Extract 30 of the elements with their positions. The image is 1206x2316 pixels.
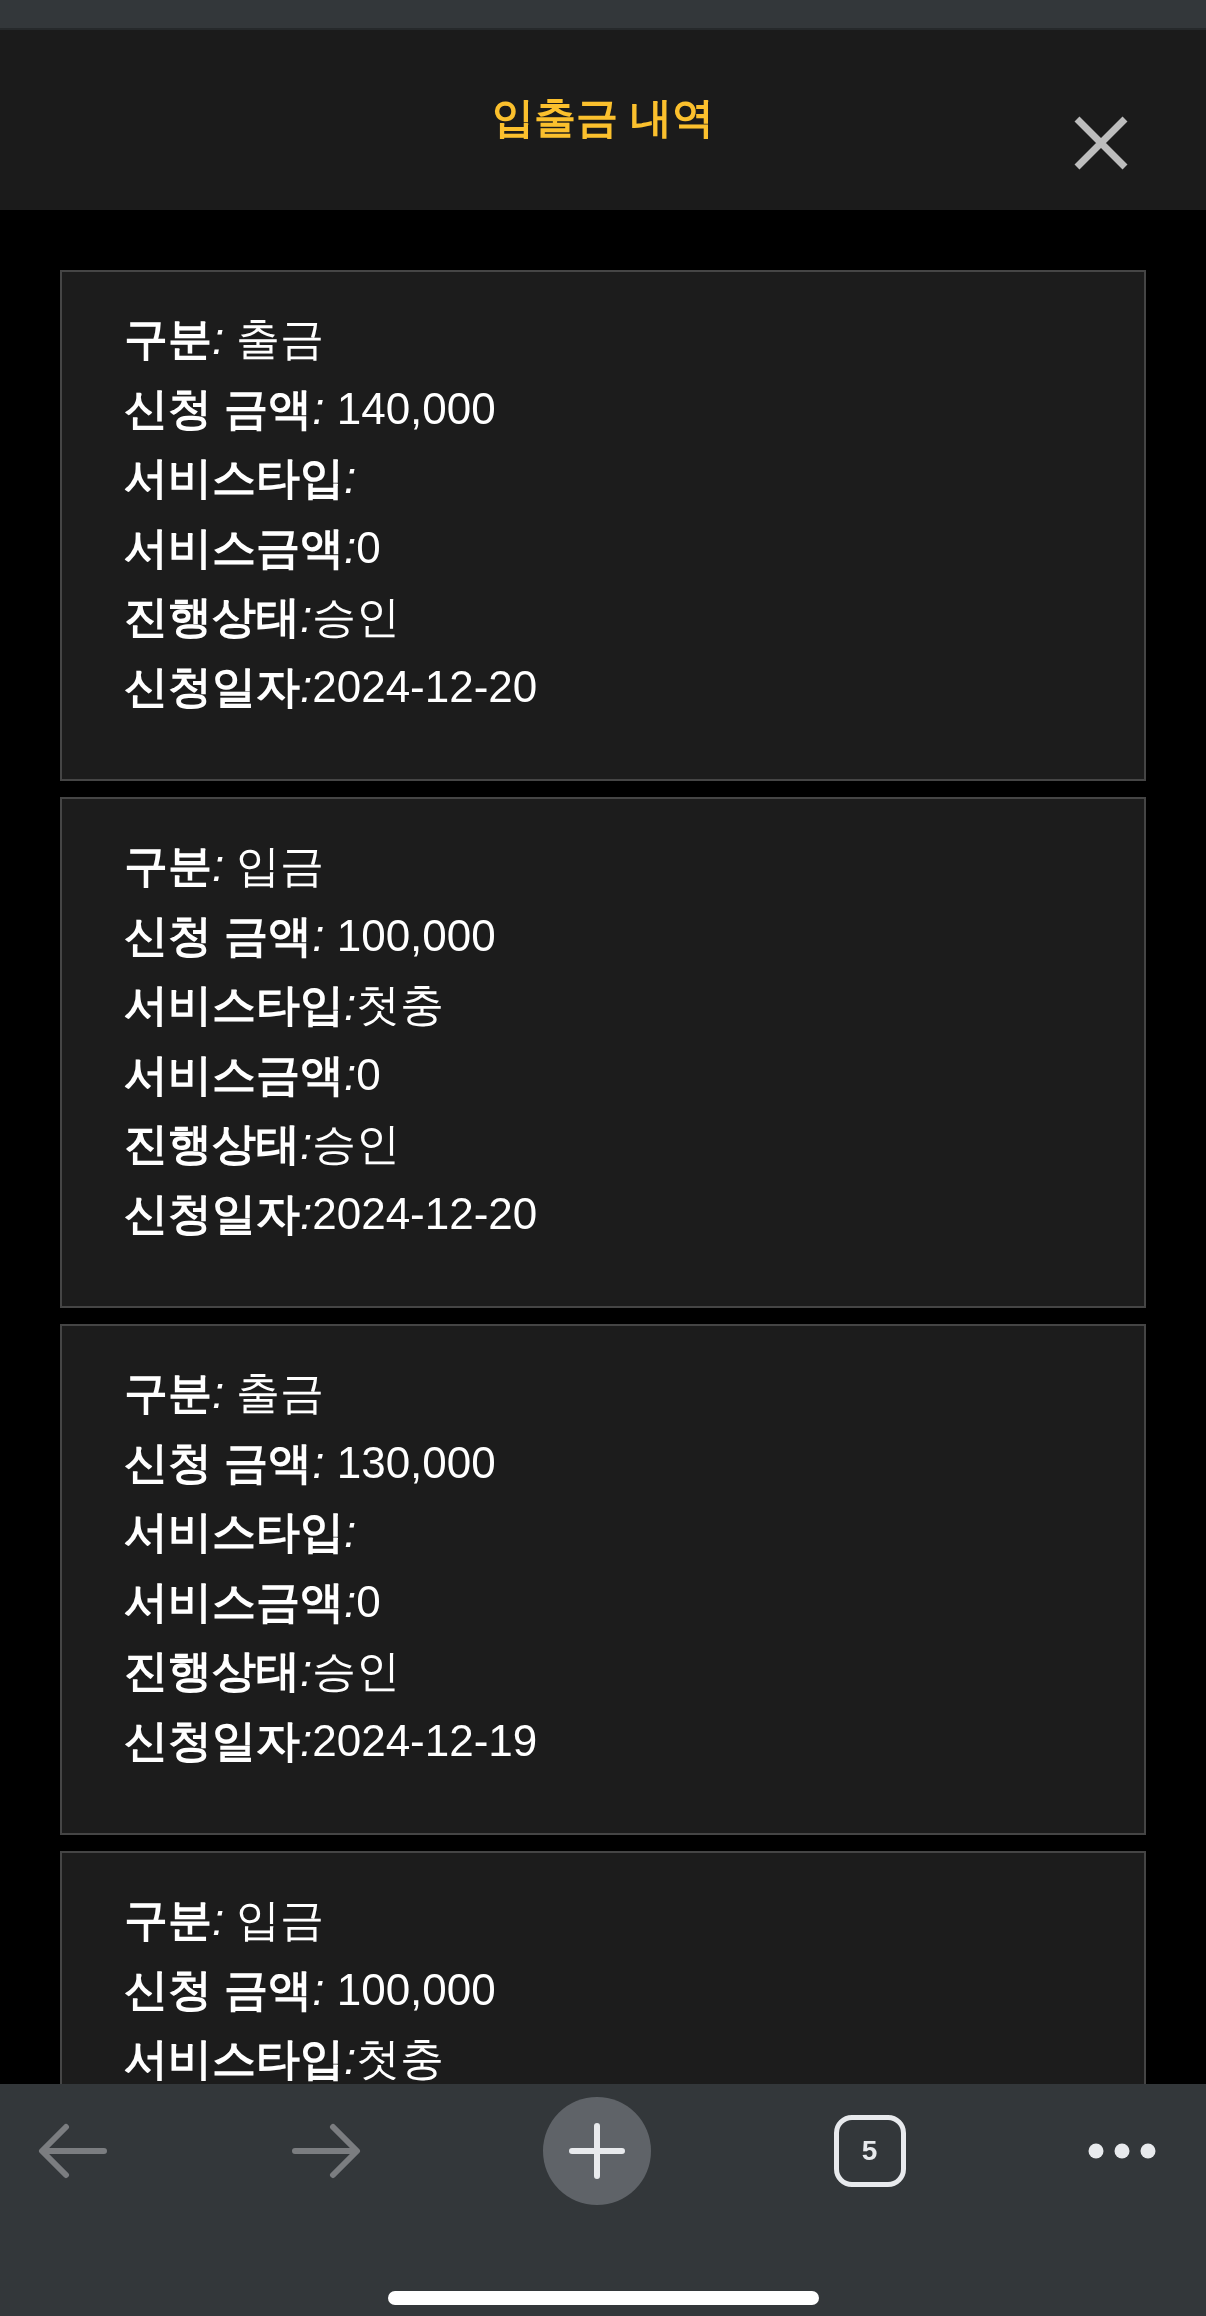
close-icon <box>1074 116 1128 170</box>
close-button[interactable] <box>1074 116 1128 170</box>
record-detail: 서비스타입:첫충 <box>124 979 445 1031</box>
record-detail: 신청 금액: 100,000 <box>124 909 496 962</box>
back-arrow-icon <box>38 2123 108 2179</box>
record-detail: 신청일자:2024-12-20 <box>124 1187 538 1240</box>
record-detail: 구분: 입금 <box>124 1894 325 1946</box>
record-detail: 신청일자:2024-12-20 <box>124 660 538 713</box>
record-detail: 진행상태:승인 <box>124 1645 401 1697</box>
record-detail: 서비스금액:0 <box>124 521 381 574</box>
page-title: 입출금 내역 <box>492 92 714 143</box>
record-detail: 구분: 출금 <box>124 1367 325 1419</box>
record-detail: 신청 금액: 100,000 <box>124 1963 496 2016</box>
record-detail: 서비스금액:0 <box>124 1048 381 1101</box>
record-detail: 서비스금액:0 <box>124 1575 381 1628</box>
record-detail: 진행상태:승인 <box>124 591 401 643</box>
more-menu-button[interactable] <box>1088 2143 1156 2159</box>
record-detail: 신청일자:2024-12-19 <box>124 1714 538 1767</box>
more-dots-icon <box>1088 2143 1156 2159</box>
tab-count-button[interactable]: 5 <box>833 2115 906 2187</box>
plus-icon <box>569 2123 625 2179</box>
record-detail: 서비스타입:첫충 <box>124 2033 445 2084</box>
record-detail: 신청 금액: 140,000 <box>124 382 496 435</box>
forward-arrow-icon <box>290 2123 361 2179</box>
record-detail: 구분: 출금 <box>124 313 325 365</box>
record-detail: 구분: 입금 <box>124 840 325 892</box>
record-detail: 신청 금액: 130,000 <box>124 1436 496 1489</box>
record-detail: 서비스타입: <box>124 1506 357 1558</box>
record-detail: 서비스타입: <box>124 452 357 504</box>
record-detail: 진행상태:승인 <box>124 1118 401 1170</box>
